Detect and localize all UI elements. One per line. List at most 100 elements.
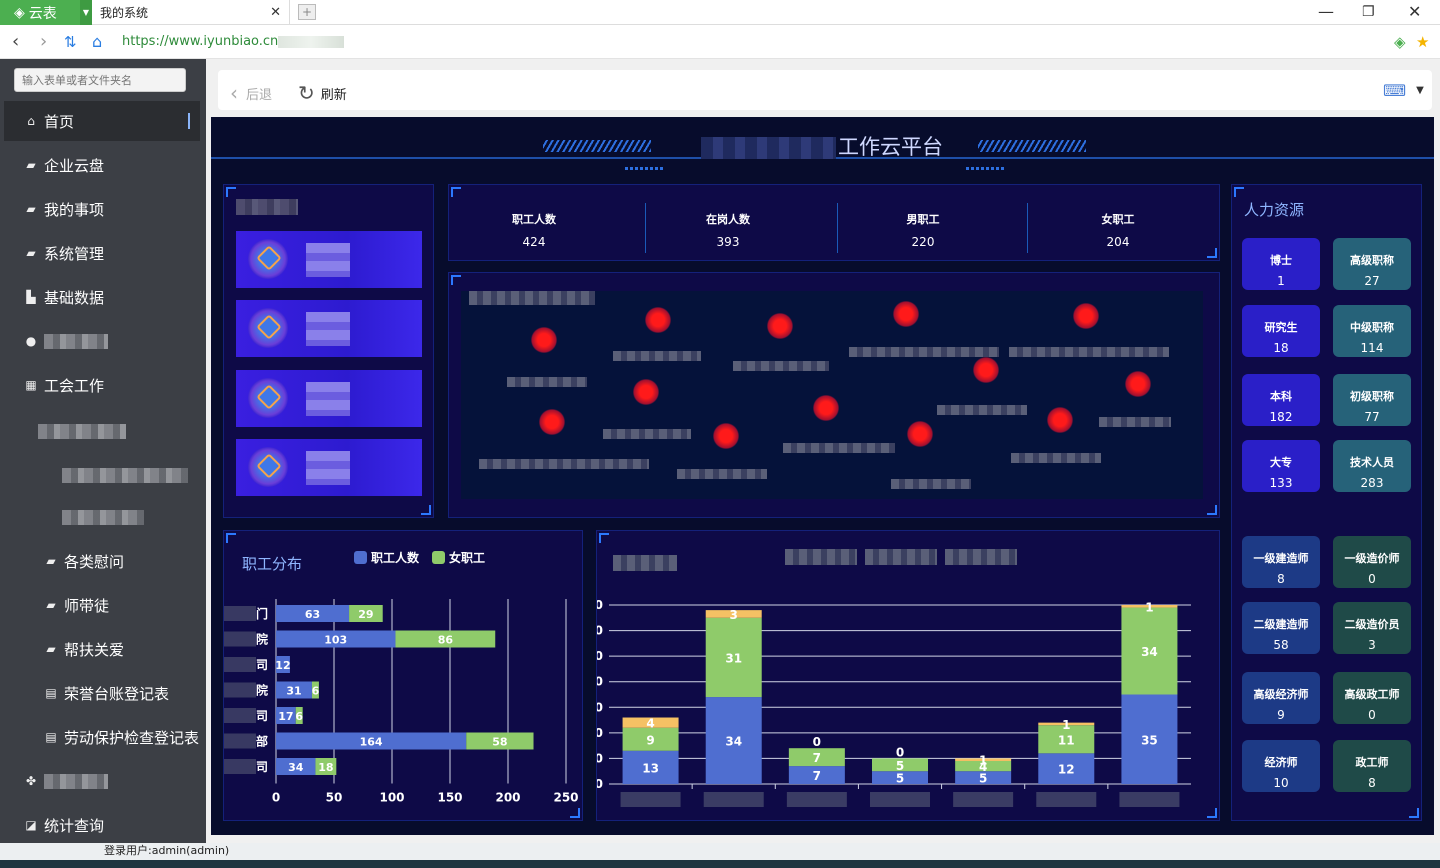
sidebar-item-label: 首页 [44, 112, 75, 131]
window-close-icon[interactable]: ✕ [1408, 2, 1421, 21]
close-tab-icon[interactable]: ✕ [270, 5, 281, 20]
home-icon[interactable]: ⌂ [92, 32, 102, 51]
hr-card-value: 3 [1368, 638, 1376, 652]
map-pin-icon[interactable] [539, 409, 565, 435]
favorite-star-icon[interactable]: ★ [1416, 33, 1429, 51]
sidebar-item-redacted[interactable]: ● [0, 321, 206, 361]
location-map[interactable] [461, 291, 1203, 499]
kpi-value: 204 [1106, 235, 1130, 249]
map-pin-icon[interactable] [531, 327, 557, 353]
hr-card-class1-constructor[interactable]: 一级建造师 8 [1242, 536, 1320, 588]
map-pin-icon[interactable] [767, 313, 793, 339]
x-tick-label: 200 [495, 791, 520, 805]
map-pin-icon[interactable] [1047, 407, 1073, 433]
map-pin-icon[interactable] [893, 301, 919, 327]
sidebar-item-redacted[interactable]: ✤ [0, 761, 206, 801]
bar-female-label: 29 [358, 608, 373, 621]
hr-card-senior-economist[interactable]: 高级经济师 9 [1242, 672, 1320, 724]
sidebar-search-input[interactable] [14, 68, 186, 92]
sidebar-item-base-data[interactable]: ▙ 基础数据 [0, 277, 206, 317]
brand-menu-button[interactable]: ◈ 云表 [0, 0, 80, 25]
sidebar-item-label: 基础数据 [44, 288, 105, 307]
sidebar-subitem-redacted[interactable] [0, 411, 206, 451]
sidebar-item-mentorship[interactable]: ▰ 师带徒 [0, 585, 206, 625]
hr-card-political[interactable]: 政工师 8 [1333, 740, 1411, 792]
segment-value-label: 0 [813, 735, 821, 749]
hr-card-class2-cost-officer[interactable]: 二级造价员 3 [1333, 602, 1411, 654]
sidebar-item-label: 工会工作 [44, 376, 105, 395]
sidebar-item-assistance[interactable]: ▰ 帮扶关爱 [0, 629, 206, 669]
sidebar-item-condolences[interactable]: ▰ 各类慰问 [0, 541, 206, 581]
sidebar-item-labor-protection[interactable]: ▤ 劳动保护检查登记表 [0, 717, 206, 757]
hr-card-value: 114 [1360, 341, 1384, 355]
extension-icon[interactable]: ◈ [1394, 33, 1406, 51]
minimize-icon[interactable]: — [1318, 2, 1334, 21]
hr-card-bachelor[interactable]: 本科 182 [1242, 374, 1320, 426]
new-tab-button[interactable]: + [298, 4, 316, 20]
bar-staff-label: 103 [324, 634, 347, 647]
module-card[interactable] [236, 370, 422, 427]
folder-icon: ▰ [46, 598, 56, 612]
sidebar-subitem-redacted[interactable] [0, 455, 206, 495]
hr-card-doctor[interactable]: 博士 1 [1242, 238, 1320, 290]
segment-value-label: 3 [730, 608, 738, 622]
hr-panel: 人力资源 博士 1 高级职称 27 研究生 18 中级职称 114 本科 182 初级职称… [1231, 184, 1422, 821]
y-tick-label: 司 [256, 760, 268, 774]
sidebar-item-my-tasks[interactable]: ▰ 我的事项 [0, 189, 206, 229]
y-tick-label: 70 [597, 598, 603, 612]
map-pin-icon[interactable] [907, 421, 933, 447]
y-tick-label: 60 [597, 624, 603, 638]
hr-card-technicians[interactable]: 技术人员 283 [1333, 440, 1411, 492]
kpi-female: 女职工 204 [1023, 211, 1213, 249]
y-tick-label: 司 [256, 658, 268, 672]
stats-icon: ◪ [25, 818, 37, 832]
logo-icon: ◈ [14, 4, 25, 21]
back-button[interactable]: ‹ 后退 [230, 81, 272, 105]
module-card[interactable] [236, 231, 422, 288]
sidebar-item-label: 各类慰问 [64, 552, 125, 571]
hr-card-senior-title[interactable]: 高级职称 27 [1333, 238, 1411, 290]
map-pin-icon[interactable] [713, 423, 739, 449]
hr-card-junior-title[interactable]: 初级职称 77 [1333, 374, 1411, 426]
browser-tab[interactable]: 我的系统 ✕ [94, 0, 290, 25]
map-pin-icon[interactable] [813, 395, 839, 421]
sidebar-item-union-work[interactable]: ▦ 工会工作 [0, 365, 206, 405]
map-pin-icon[interactable] [1125, 371, 1151, 397]
module-card[interactable] [236, 439, 422, 496]
hr-card-class1-cost-engineer[interactable]: 一级造价师 0 [1333, 536, 1411, 588]
redacted-map-label [603, 429, 691, 439]
sidebar-item-stats-query[interactable]: ◪ 统计查询 [0, 805, 206, 843]
reload-icon[interactable]: ⇅ [64, 33, 77, 51]
view-switch-button[interactable]: ⌨ ▼ [1383, 81, 1424, 100]
redacted-map-label [677, 469, 767, 479]
map-pin-icon[interactable] [633, 379, 659, 405]
segment-value-label: 5 [896, 759, 904, 773]
hr-card-graduate[interactable]: 研究生 18 [1242, 305, 1320, 357]
y-tick-label: 50 [597, 649, 603, 663]
sidebar-item-cloud-disk[interactable]: ▰ 企业云盘 [0, 145, 206, 185]
hr-card-value: 1 [1277, 274, 1285, 288]
url-field[interactable]: https://www.iyunbiao.cn [122, 34, 345, 49]
sidebar-item-system-admin[interactable]: ▰ 系统管理 [0, 233, 206, 273]
hr-card-senior-political[interactable]: 高级政工师 0 [1333, 672, 1411, 724]
redacted-label [62, 509, 144, 525]
back-icon[interactable]: ‹ [12, 31, 19, 52]
brand-label: 云表 [28, 5, 57, 22]
hr-card-college[interactable]: 大专 133 [1242, 440, 1320, 492]
map-pin-icon[interactable] [645, 307, 671, 333]
map-pin-icon[interactable] [1073, 303, 1099, 329]
map-pin-icon[interactable] [973, 357, 999, 383]
sidebar-item-label: 企业云盘 [44, 156, 105, 175]
sidebar-item-honor-ledger[interactable]: ▤ 荣誉台账登记表 [0, 673, 206, 713]
brand-dropdown-icon[interactable]: ▼ [80, 0, 92, 25]
hr-card-economist[interactable]: 经济师 10 [1242, 740, 1320, 792]
restore-icon[interactable]: ❐ [1362, 4, 1375, 20]
refresh-button[interactable]: ↻ 刷新 [298, 81, 347, 105]
sidebar-subitem-redacted[interactable] [0, 497, 206, 537]
hr-card-class2-constructor[interactable]: 二级建造师 58 [1242, 602, 1320, 654]
sidebar-item-home[interactable]: ⌂ 首页 [4, 101, 200, 141]
hr-card-mid-title[interactable]: 中级职称 114 [1333, 305, 1411, 357]
forward-icon[interactable]: › [40, 31, 47, 52]
redacted-map-title [469, 291, 595, 305]
module-card[interactable] [236, 300, 422, 357]
